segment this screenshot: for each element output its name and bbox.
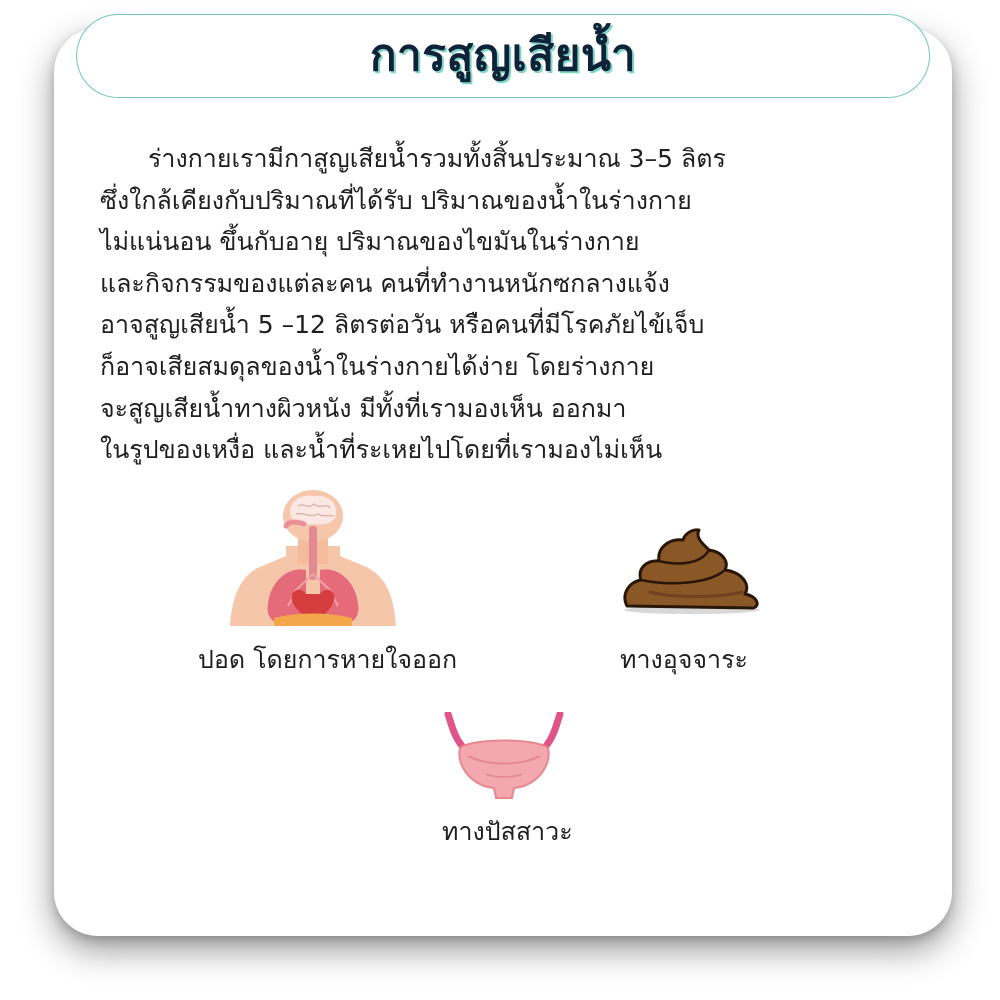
body-paragraph: ร่างกายเรามีกาสูญเสียน้ำรวมทั้งสิ้นประมา… (100, 138, 920, 471)
lungs-caption: ปอด โดยการหายใจออก (198, 645, 458, 674)
paragraph-line: ซึ่งใกล้เคียงกับปริมาณที่ได้รับ ปริมาณขอ… (100, 185, 692, 215)
paragraph-line: ก็อาจเสียสมดุลของน้ำในร่างกายได้ง่าย โดย… (100, 351, 655, 381)
paragraph-line: ร่างกายเรามีกาสูญเสียน้ำรวมทั้งสิ้นประมา… (148, 144, 726, 173)
page-title: การสูญเสียน้ำ (369, 30, 637, 81)
feces-icon (623, 528, 760, 614)
paragraph-line: และกิจกรรมของแต่ละคน คนที่ทำงานหนักซกลาง… (100, 268, 670, 298)
title-banner: การสูญเสียน้ำ (76, 14, 930, 98)
paragraph-line: ไม่แน่นอน ขึ้นกับอายุ ปริมาณของไขมันในร่… (100, 227, 640, 257)
paragraph-line: จะสูญเสียน้ำทางผิวหนัง มีทั้งที่เรามองเห… (100, 393, 627, 423)
paragraph-line: อาจสูญเสียน้ำ 5 –12 ลิตรต่อวัน หรือคนที่… (100, 310, 705, 340)
paragraph-line: ในรูปของเหงื่อ และน้ำที่ระเหยไปโดยที่เรา… (100, 435, 663, 465)
lungs-icon (230, 490, 396, 626)
feces-caption: ทางอุจจาระ (620, 645, 748, 674)
bladder-icon (444, 712, 564, 799)
urine-caption: ทางปัสสาวะ (442, 817, 573, 846)
